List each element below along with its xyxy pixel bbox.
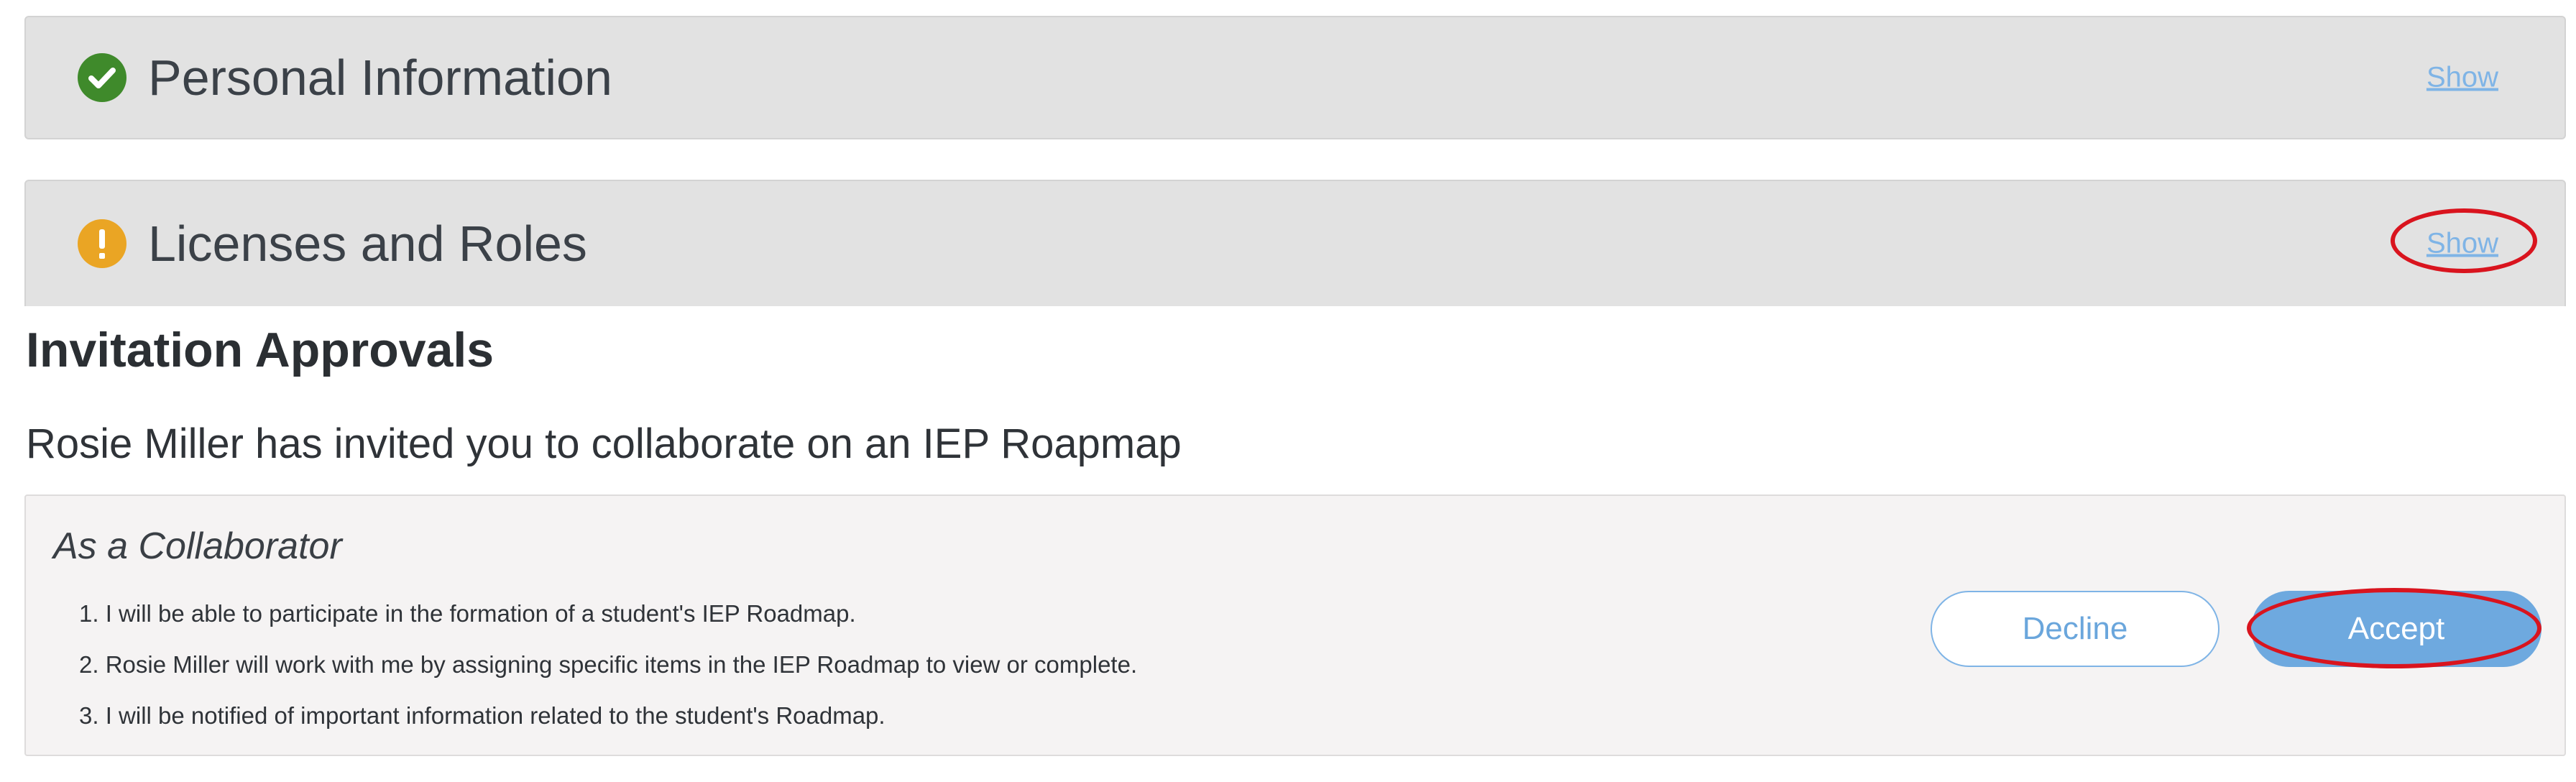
collaborator-terms-list: 1. I will be able to participate in the … (79, 588, 1137, 741)
page: Personal Information Show Licenses and R… (0, 0, 2576, 782)
accept-button[interactable]: Accept (2251, 591, 2542, 667)
list-item: 1. I will be able to participate in the … (79, 600, 856, 627)
collaborator-panel: As a Collaborator 1. I will be able to p… (24, 494, 2566, 756)
invitation-approvals-heading: Invitation Approvals (26, 323, 494, 377)
licenses-and-roles-header[interactable]: Licenses and Roles Show (24, 180, 2566, 306)
exclamation-circle-icon (78, 219, 126, 268)
invitation-message: Rosie Miller has invited you to collabor… (26, 420, 1182, 467)
section-title: Personal Information (148, 50, 612, 106)
decline-button[interactable]: Decline (1931, 591, 2220, 667)
check-circle-icon (78, 53, 126, 102)
list-item: 3. I will be notified of important infor… (79, 702, 886, 729)
collaborator-title: As a Collaborator (53, 525, 342, 567)
personal-information-header[interactable]: Personal Information Show (24, 16, 2566, 139)
section-title: Licenses and Roles (148, 216, 587, 272)
list-item: 2. Rosie Miller will work with me by ass… (79, 651, 1138, 678)
licenses-and-roles-show-link[interactable]: Show (2426, 228, 2498, 260)
personal-information-show-link[interactable]: Show (2426, 62, 2498, 94)
